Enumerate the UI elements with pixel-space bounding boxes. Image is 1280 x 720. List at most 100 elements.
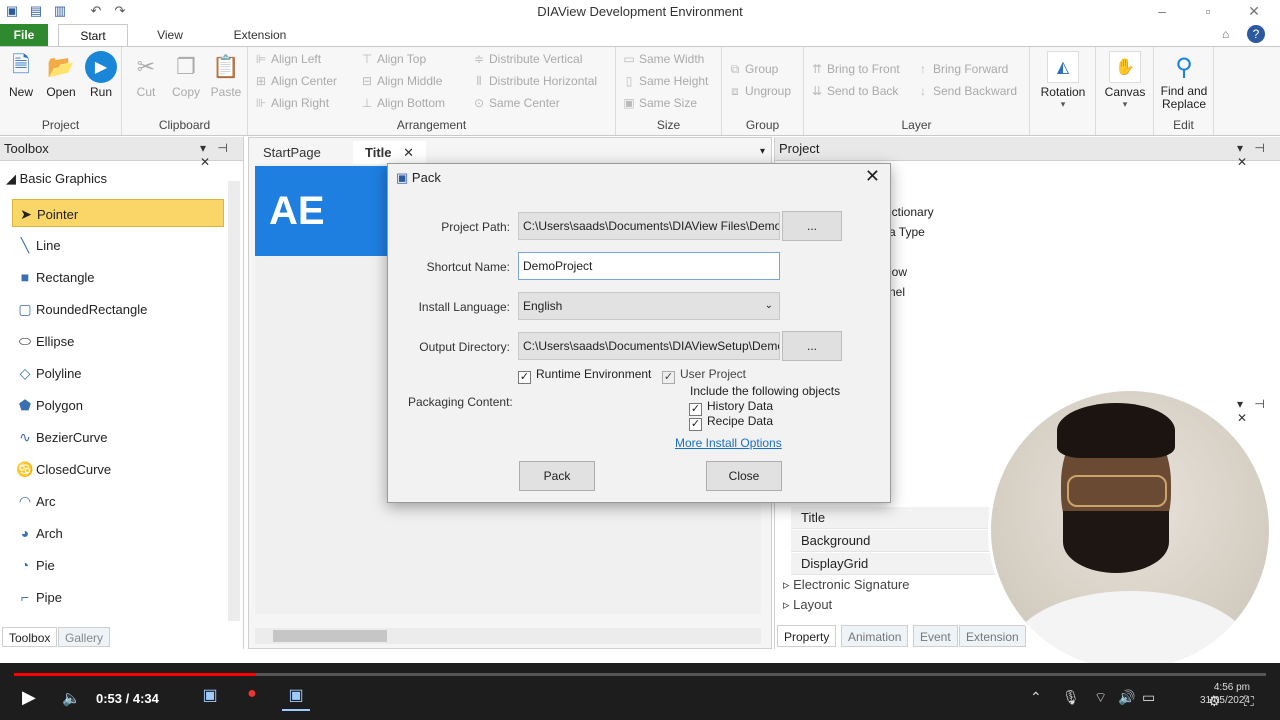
tab-toolbox[interactable]: Toolbox <box>2 627 58 647</box>
tool-arch[interactable]: ◕ Arch <box>12 519 224 547</box>
same-size-button[interactable]: ▣ Same Size <box>622 93 697 113</box>
distribute-horizontal-button[interactable]: ⫴ Distribute Horizontal <box>472 71 597 91</box>
help-icon[interactable]: ? <box>1247 25 1265 43</box>
maximize-button[interactable]: ▫ <box>1198 3 1218 21</box>
taskbar-diaview-icon[interactable]: ▣ <box>282 685 310 711</box>
tab-file[interactable]: File <box>0 24 48 46</box>
close-window-button[interactable]: ✕ <box>1244 3 1264 21</box>
play-icon[interactable]: ▶ <box>22 687 36 708</box>
distribute-vertical-button[interactable]: ≑ Distribute Vertical <box>472 49 582 69</box>
tray-chevron-icon[interactable]: ⌃ <box>1030 689 1042 706</box>
tab-title[interactable]: Title ✕ <box>353 141 427 165</box>
tool-rectangle[interactable]: ■ Rectangle <box>12 263 224 291</box>
tool-closed-curve[interactable]: ♋ ClosedCurve <box>12 455 224 483</box>
tool-arc[interactable]: ◠ Arc <box>12 487 224 515</box>
project-path-field[interactable]: C:\Users\saads\Documents\DIAView Files\D… <box>518 212 780 240</box>
align-center-button[interactable]: ⊞ Align Center <box>254 71 337 91</box>
recipe-data-checkbox[interactable]: ✓ Recipe Data <box>689 414 773 431</box>
volume-icon[interactable]: 🔈 <box>62 689 81 707</box>
same-height-button[interactable]: ▯ Same Height <box>622 71 709 91</box>
run-button[interactable]: ▶ Run <box>82 51 120 99</box>
user-project-checkbox[interactable]: ✓ User Project <box>662 367 746 384</box>
tab-extension[interactable]: Extension <box>220 24 300 46</box>
edit-group: ⚲ Find and Replace Edit <box>1154 47 1214 135</box>
canvas-button[interactable]: ✋ Canvas ▾ <box>1104 51 1146 110</box>
bring-forward-icon: ↑ <box>920 62 926 76</box>
group-button[interactable]: ⧉ Group <box>728 59 779 79</box>
send-backward-button[interactable]: ↓ Send Backward <box>916 81 1017 101</box>
prop-group-electronic-signature[interactable]: ▹ Electronic Signature <box>783 575 909 595</box>
taskbar-app-icon[interactable]: ▣ <box>196 685 224 711</box>
tree-item[interactable]: ictionary <box>889 205 934 219</box>
bring-to-front-button[interactable]: ⇈ Bring to Front <box>810 59 900 79</box>
close-tab-icon[interactable]: ✕ <box>403 145 414 160</box>
new-button[interactable]: 🗎 New <box>2 51 40 99</box>
tree-item[interactable]: nel <box>889 285 905 299</box>
project-path-browse-button[interactable]: ... <box>782 211 842 241</box>
copy-button[interactable]: ❐ Copy <box>167 51 205 99</box>
tool-bezier-curve[interactable]: ∿ BezierCurve <box>12 423 224 451</box>
rotation-button[interactable]: ◭ Rotation ▾ <box>1038 51 1088 110</box>
shortcut-name-input[interactable]: DemoProject <box>518 252 780 280</box>
mic-icon[interactable]: 🎙 <box>1062 689 1080 706</box>
progress-track[interactable] <box>14 673 1266 676</box>
prop-group-layout[interactable]: ▹ Layout <box>783 595 832 615</box>
align-left-button[interactable]: ⊫ Align Left <box>254 49 321 69</box>
tab-gallery[interactable]: Gallery <box>58 627 111 647</box>
align-right-button[interactable]: ⊪ Align Right <box>254 93 329 113</box>
pane-controls[interactable]: ▾ ⊣ ✕ <box>200 141 243 169</box>
tab-startpage[interactable]: StartPage <box>251 141 333 165</box>
minimize-button[interactable]: – <box>1152 3 1172 21</box>
speaker-icon[interactable]: 🔊 <box>1118 689 1135 706</box>
output-directory-field[interactable]: C:\Users\saads\Documents\DIAViewSetup\De… <box>518 332 780 360</box>
editor-hscrollbar[interactable] <box>255 628 761 644</box>
install-language-select[interactable]: English ⌄ <box>518 292 780 320</box>
pane-controls[interactable]: ▾ ⊣ ✕ <box>1237 141 1280 169</box>
tree-item[interactable]: low <box>889 265 907 279</box>
align-bottom-button[interactable]: ⊥ Align Bottom <box>360 93 445 113</box>
scroll-thumb[interactable] <box>273 630 387 642</box>
tab-animation[interactable]: Animation <box>841 625 909 647</box>
same-width-button[interactable]: ▭ Same Width <box>622 49 704 69</box>
close-button[interactable]: Close <box>706 461 782 491</box>
tab-dropdown-icon[interactable]: ▾ <box>760 146 765 157</box>
battery-icon[interactable]: ▭ <box>1142 689 1155 706</box>
paste-button[interactable]: 📋 Paste <box>207 51 245 99</box>
taskbar-record-icon[interactable]: ● <box>238 685 266 711</box>
tool-rounded-rectangle[interactable]: ▢ RoundedRectangle <box>12 295 224 323</box>
more-install-options-link[interactable]: More Install Options <box>675 436 782 450</box>
bring-forward-button[interactable]: ↑ Bring Forward <box>916 59 1008 79</box>
align-left-icon: ⊫ <box>255 52 267 66</box>
tool-pie[interactable]: ◔ Pie <box>12 551 224 579</box>
tool-pipe[interactable]: ⌐ Pipe <box>12 583 224 611</box>
runtime-environment-checkbox[interactable]: ✓ Runtime Environment <box>518 367 651 384</box>
tool-polyline[interactable]: ◇ Polyline <box>12 359 224 387</box>
collapse-ribbon-icon[interactable]: ⌂ <box>1222 27 1229 41</box>
tab-view[interactable]: View <box>140 24 200 46</box>
pane-controls[interactable]: ▾ ⊣ ✕ <box>1237 397 1280 425</box>
tree-item[interactable]: a Type <box>889 225 925 239</box>
ungroup-button[interactable]: ⧈ Ungroup <box>728 81 791 101</box>
cut-button[interactable]: ✂ Cut <box>127 51 165 99</box>
pack-button[interactable]: Pack <box>519 461 595 491</box>
tab-property[interactable]: Property <box>777 625 837 647</box>
category-basic-graphics[interactable]: ◢ Basic Graphics <box>6 171 107 187</box>
align-middle-button[interactable]: ⊟ Align Middle <box>360 71 442 91</box>
fullscreen-icon[interactable]: ⛶ <box>1244 693 1254 710</box>
tool-polygon[interactable]: ⬟ Polygon <box>12 391 224 419</box>
same-center-button[interactable]: ⊙ Same Center <box>472 93 560 113</box>
output-browse-button[interactable]: ... <box>782 331 842 361</box>
settings-icon[interactable]: ⚙ <box>1208 693 1221 710</box>
send-to-back-button[interactable]: ⇊ Send to Back <box>810 81 898 101</box>
tool-pointer[interactable]: ➤ Pointer <box>12 199 224 227</box>
tab-start[interactable]: Start <box>58 24 128 46</box>
tool-ellipse[interactable]: ⬭ Ellipse <box>12 327 224 355</box>
find-replace-button[interactable]: ⚲ Find and Replace <box>1156 51 1212 111</box>
tab-event[interactable]: Event <box>913 625 958 647</box>
dialog-close-icon[interactable]: ✕ <box>865 166 880 187</box>
align-top-button[interactable]: ⊤ Align Top <box>360 49 426 69</box>
tool-line[interactable]: ╲ Line <box>12 231 224 259</box>
open-button[interactable]: 📂 Open <box>42 51 80 99</box>
toolbox-scrollbar[interactable] <box>228 181 240 621</box>
wifi-icon[interactable]: ⌔ <box>1094 689 1107 707</box>
